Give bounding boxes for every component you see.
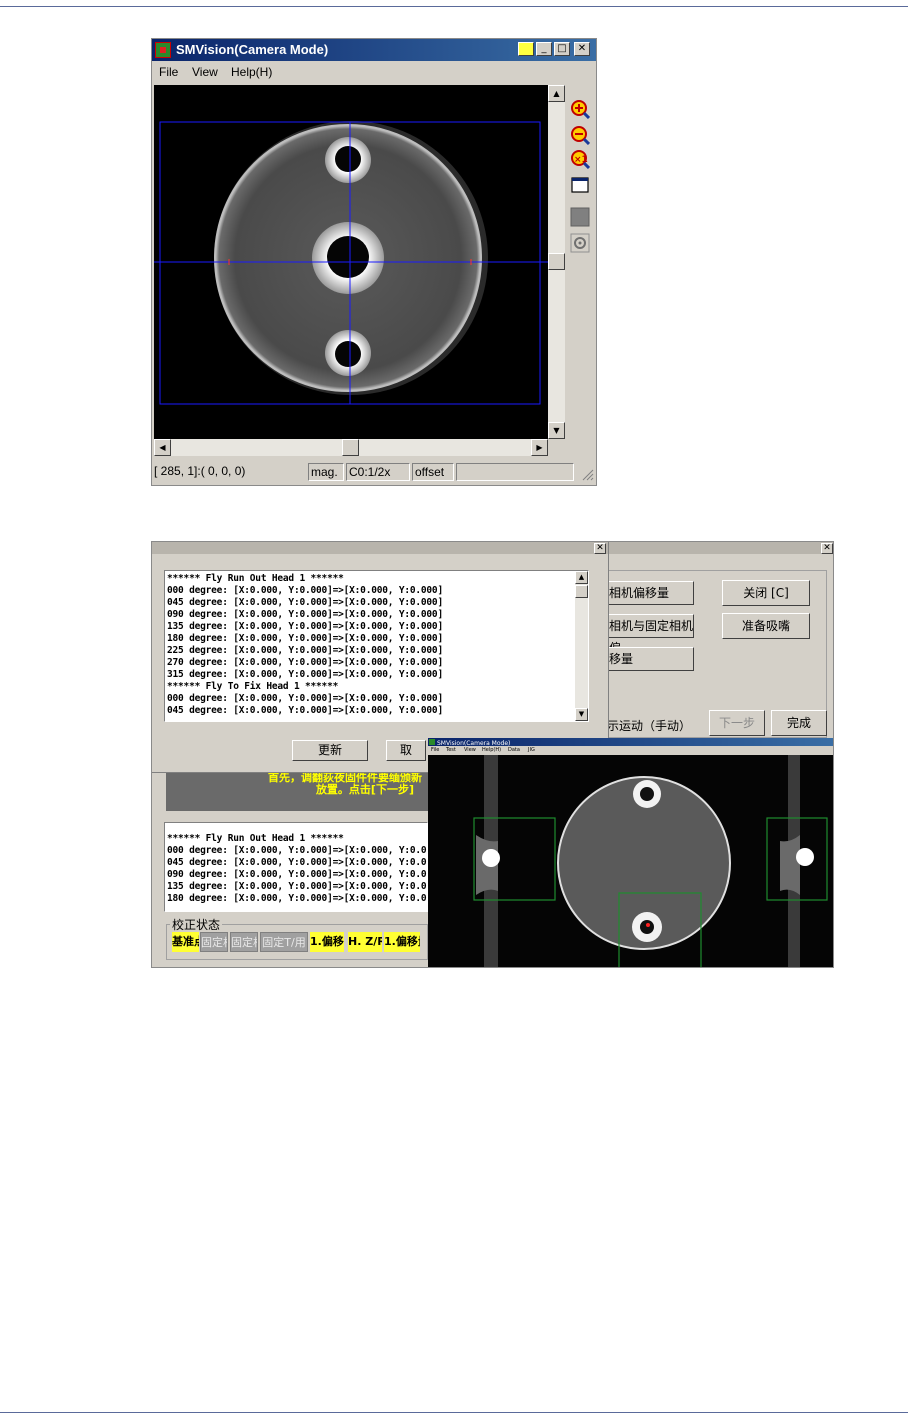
log-line: 225 degree: [X:0.000, Y:0.000]=>[X:0.000…: [167, 645, 443, 656]
mag-label: mag.: [308, 463, 344, 481]
top-rule: [0, 6, 908, 7]
pin-button[interactable]: [518, 42, 534, 56]
main-log-lines: ****** Fly Run Out Head 1 ****** 000 degr…: [167, 833, 427, 905]
main-close-icon[interactable]: ✕: [821, 543, 833, 554]
log-line: ****** Fly To Fix Head 1 ******: [167, 681, 339, 692]
status-fixed-cam-2: 固定相: [230, 932, 258, 952]
vertical-scroll-thumb[interactable]: [548, 253, 565, 270]
manual-motion-label: 示运动（手动）: [607, 719, 692, 733]
fixed-camera-offset-option[interactable]: 相机与固定相机偏: [606, 614, 694, 655]
status-offset-1: 1.偏移量: [310, 932, 344, 952]
status-hzr: H. Z/R: [348, 932, 382, 952]
log-line: 000 degree: [X:0.000, Y:0.000]=>[X:0.000…: [167, 585, 443, 596]
log-line: 180 degree: [X:0.000, Y:0.000]=>[X:0.000…: [167, 893, 428, 904]
mag-value: C0:1/2x: [346, 463, 410, 481]
camera2-titlebar[interactable]: SMVision(Camera Mode): [428, 738, 833, 747]
offset-value: [456, 463, 574, 481]
log-scroll-down-button[interactable]: ▼: [575, 708, 588, 721]
log-line: 135 degree: [X:0.000, Y:0.000]=>[X:0.000…: [167, 621, 443, 632]
status-fiducial: 基准点: [172, 932, 199, 952]
status-group-label: 校正状态: [170, 916, 223, 933]
log-line: ****** Fly Run Out Head 1 ******: [167, 573, 344, 584]
status-fixed-cam-1: 固定相: [200, 932, 228, 952]
scroll-right-button[interactable]: ▶: [531, 439, 548, 456]
menu-bar: File View Help(H): [152, 61, 596, 83]
scroll-left-button[interactable]: ◀: [154, 439, 171, 456]
camera-offset-option[interactable]: 相机偏移量: [606, 581, 694, 605]
horizontal-scrollbar[interactable]: ◀ ▶: [154, 439, 548, 456]
log-dialog-titlebar: [152, 542, 608, 554]
offset-label: offset: [412, 463, 454, 481]
vertical-scrollbar[interactable]: ▲ ▼: [548, 85, 565, 439]
camera-icon[interactable]: [570, 233, 590, 253]
instruction-line-2: 放置。点击[下一步]: [315, 783, 414, 796]
close-c-button[interactable]: 关闭 [C]: [722, 580, 810, 606]
log-scroll-up-button[interactable]: ▲: [575, 571, 588, 584]
instruction-panel: 首先，调翻荻夜固件件要缅颁新 放置。点击[下一步]: [166, 771, 428, 811]
dialog-log-lines: ****** Fly Run Out Head 1 ****** 000 degr…: [167, 573, 588, 717]
bottom-rule: [0, 1412, 908, 1413]
zoom-in-icon[interactable]: [570, 99, 590, 119]
horizontal-scroll-thumb[interactable]: [342, 439, 359, 456]
scroll-down-button[interactable]: ▼: [548, 422, 565, 439]
prepare-nozzle-button[interactable]: 准备吸嘴: [722, 613, 810, 639]
resize-grip-icon[interactable]: [582, 469, 594, 481]
next-step-button[interactable]: 下一步: [709, 710, 765, 736]
log-line: 045 degree: [X:0.000, Y:0.000]=>[X:0.000…: [167, 597, 443, 608]
log-line: 090 degree: [X:0.000, Y:0.000]=>[X:0.000…: [167, 869, 428, 880]
menu-file[interactable]: File: [159, 65, 178, 79]
status-offset-2: 1.偏移量: [384, 932, 420, 952]
camera-image: [154, 121, 548, 405]
log-line: 045 degree: [X:0.000, Y:0.000]=>[X:0.000…: [167, 857, 428, 868]
camera2-menu-data[interactable]: Data: [508, 746, 520, 755]
finish-button[interactable]: 完成: [771, 710, 827, 736]
camera2-menu-jig[interactable]: JIG: [528, 746, 535, 755]
camera2-menubar: File Test View Help(H) Data JIG: [428, 746, 833, 755]
camera2-image[interactable]: [428, 755, 834, 968]
status-fixed-t: 固定T/用: [260, 932, 308, 952]
log-line: 000 degree: [X:0.000, Y:0.000]=>[X:0.000…: [167, 693, 443, 704]
log-dialog-close-icon[interactable]: ✕: [594, 543, 606, 554]
window-icon[interactable]: [570, 175, 590, 195]
log-line: 270 degree: [X:0.000, Y:0.000]=>[X:0.000…: [167, 657, 443, 668]
zoom-out-icon[interactable]: [570, 125, 590, 145]
camera2-app-icon: [429, 739, 435, 745]
toolbar: ×1: [566, 85, 596, 455]
calibration-composite: ✕ 相机偏移量 相机与固定相机偏 移量 关闭 [C] 准备吸嘴 示运动（手动） …: [151, 541, 834, 968]
menu-view[interactable]: View: [192, 65, 218, 79]
camera-view[interactable]: [154, 85, 548, 439]
app-icon: [155, 42, 171, 58]
minimize-button[interactable]: _: [536, 42, 552, 56]
main-log[interactable]: ****** Fly Run Out Head 1 ****** 000 degr…: [164, 822, 428, 912]
cancel-button[interactable]: 取: [386, 740, 426, 761]
dialog-log[interactable]: ****** Fly Run Out Head 1 ****** 000 degr…: [164, 570, 589, 722]
refresh-button[interactable]: 更新: [292, 740, 368, 761]
camera2-menu-view[interactable]: View: [464, 746, 476, 755]
log-line: 090 degree: [X:0.000, Y:0.000]=>[X:0.000…: [167, 609, 443, 620]
offset-option[interactable]: 移量: [606, 647, 694, 671]
log-line: 180 degree: [X:0.000, Y:0.000]=>[X:0.000…: [167, 633, 443, 644]
camera-window-2: SMVision(Camera Mode) File Test View Hel…: [428, 738, 834, 968]
title-bar[interactable]: SMVision(Camera Mode) _ □ ✕: [152, 39, 596, 61]
log-line: 315 degree: [X:0.000, Y:0.000]=>[X:0.000…: [167, 669, 443, 680]
log-line: 000 degree: [X:0.000, Y:0.000]=>[X:0.000…: [167, 845, 428, 856]
smvision-window: SMVision(Camera Mode) _ □ ✕ File View He…: [151, 38, 597, 486]
close-button[interactable]: ✕: [574, 42, 590, 56]
maximize-button[interactable]: □: [554, 42, 570, 56]
dialog-log-scrollbar[interactable]: ▲ ▼: [575, 571, 588, 721]
camera2-menu-file[interactable]: File: [431, 746, 439, 755]
status-bar: [ 285, 1]:( 0, 0, 0) mag. C0:1/2x offset: [152, 461, 596, 483]
menu-help[interactable]: Help(H): [231, 65, 272, 79]
scroll-up-button[interactable]: ▲: [548, 85, 565, 102]
log-line: 135 degree: [X:0.000, Y:0.000]=>[X:0.000…: [167, 881, 428, 892]
log-line: 045 degree: [X:0.000, Y:0.000]=>[X:0.000…: [167, 705, 443, 716]
gray-square-icon[interactable]: [570, 207, 590, 227]
log-line: ****** Fly Run Out Head 1 ******: [167, 833, 344, 844]
window-title: SMVision(Camera Mode): [176, 42, 329, 57]
log-scroll-thumb[interactable]: [575, 585, 588, 598]
zoom-1x-icon[interactable]: ×1: [570, 149, 590, 169]
coords-readout: [ 285, 1]:( 0, 0, 0): [154, 464, 246, 478]
camera2-menu-help[interactable]: Help(H): [482, 746, 501, 755]
camera2-menu-test[interactable]: Test: [446, 746, 456, 755]
